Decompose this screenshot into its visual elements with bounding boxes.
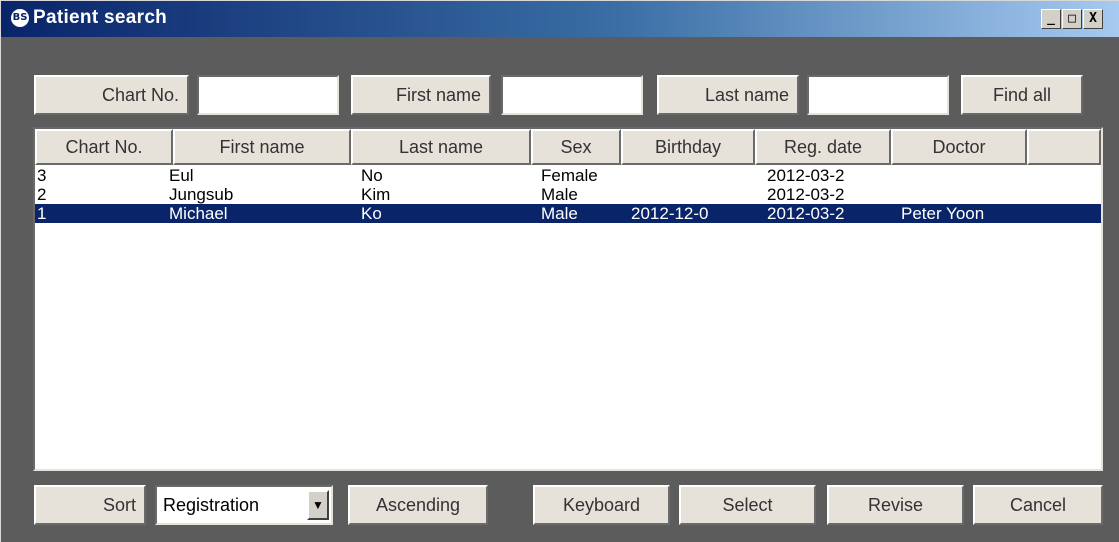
cell-doctor: Peter Yoon xyxy=(901,204,985,223)
cell-last-name: Kim xyxy=(361,185,391,204)
column-header-chart-no[interactable]: Chart No. xyxy=(35,129,173,165)
cell-last-name: No xyxy=(361,166,383,185)
cell-sex: Female xyxy=(541,166,598,185)
grid-header: Chart No. First name Last name Sex Birth… xyxy=(35,129,1101,165)
column-header-birthday[interactable]: Birthday xyxy=(621,129,755,165)
revise-button[interactable]: Revise xyxy=(827,485,964,525)
column-header-doctor[interactable]: Doctor xyxy=(891,129,1027,165)
cell-birthday: 2012-12-0 xyxy=(631,204,709,223)
keyboard-button[interactable]: Keyboard xyxy=(533,485,670,525)
table-row[interactable]: 3 Eul No Female 2012-03-2 xyxy=(35,166,1101,185)
last-name-label: Last name xyxy=(657,75,799,115)
cell-reg-date: 2012-03-2 xyxy=(767,166,845,185)
minimize-button[interactable]: _ xyxy=(1041,9,1061,29)
title-bar[interactable]: BS Patient search _ □ X xyxy=(1,1,1119,37)
app-logo-icon: BS xyxy=(11,9,29,27)
select-button[interactable]: Select xyxy=(679,485,816,525)
window-title: Patient search xyxy=(33,7,168,28)
chart-no-label: Chart No. xyxy=(34,75,189,115)
cell-sex: Male xyxy=(541,204,578,223)
column-header-reg-date[interactable]: Reg. date xyxy=(755,129,891,165)
table-row-selected[interactable]: 1 Michael Ko Male 2012-12-0 2012-03-2 Pe… xyxy=(35,204,1101,223)
cell-chart-no: 1 xyxy=(37,204,47,223)
column-header-sex[interactable]: Sex xyxy=(531,129,621,165)
cell-last-name: Ko xyxy=(361,204,382,223)
sort-by-select[interactable]: Registration ▼ xyxy=(155,485,333,525)
sort-order-button[interactable]: Ascending xyxy=(348,485,488,525)
column-header-first-name[interactable]: First name xyxy=(173,129,351,165)
cell-chart-no: 3 xyxy=(37,166,47,185)
first-name-input[interactable] xyxy=(501,75,643,115)
column-header-last-name[interactable]: Last name xyxy=(351,129,531,165)
patient-search-window: BS Patient search _ □ X Chart No. First … xyxy=(0,0,1119,542)
cell-reg-date: 2012-03-2 xyxy=(767,185,845,204)
cell-reg-date: 2012-03-2 xyxy=(767,204,845,223)
last-name-input[interactable] xyxy=(807,75,949,115)
column-header-extra[interactable] xyxy=(1027,129,1101,165)
sort-label: Sort xyxy=(34,485,146,525)
cell-chart-no: 2 xyxy=(37,185,47,204)
cell-sex: Male xyxy=(541,185,578,204)
chart-no-input[interactable] xyxy=(197,75,339,115)
sort-by-value: Registration xyxy=(163,495,260,515)
patient-results-grid[interactable]: Chart No. First name Last name Sex Birth… xyxy=(33,127,1103,471)
cell-first-name: Michael xyxy=(169,204,228,223)
cancel-button[interactable]: Cancel xyxy=(973,485,1103,525)
find-all-button[interactable]: Find all xyxy=(961,75,1083,115)
cell-first-name: Jungsub xyxy=(169,185,234,204)
cell-first-name: Eul xyxy=(169,166,194,185)
close-button[interactable]: X xyxy=(1083,9,1103,29)
maximize-button[interactable]: □ xyxy=(1062,9,1082,29)
dropdown-arrow-icon[interactable]: ▼ xyxy=(307,490,329,520)
table-row[interactable]: 2 Jungsub Kim Male 2012-03-2 xyxy=(35,185,1101,204)
first-name-label: First name xyxy=(351,75,491,115)
